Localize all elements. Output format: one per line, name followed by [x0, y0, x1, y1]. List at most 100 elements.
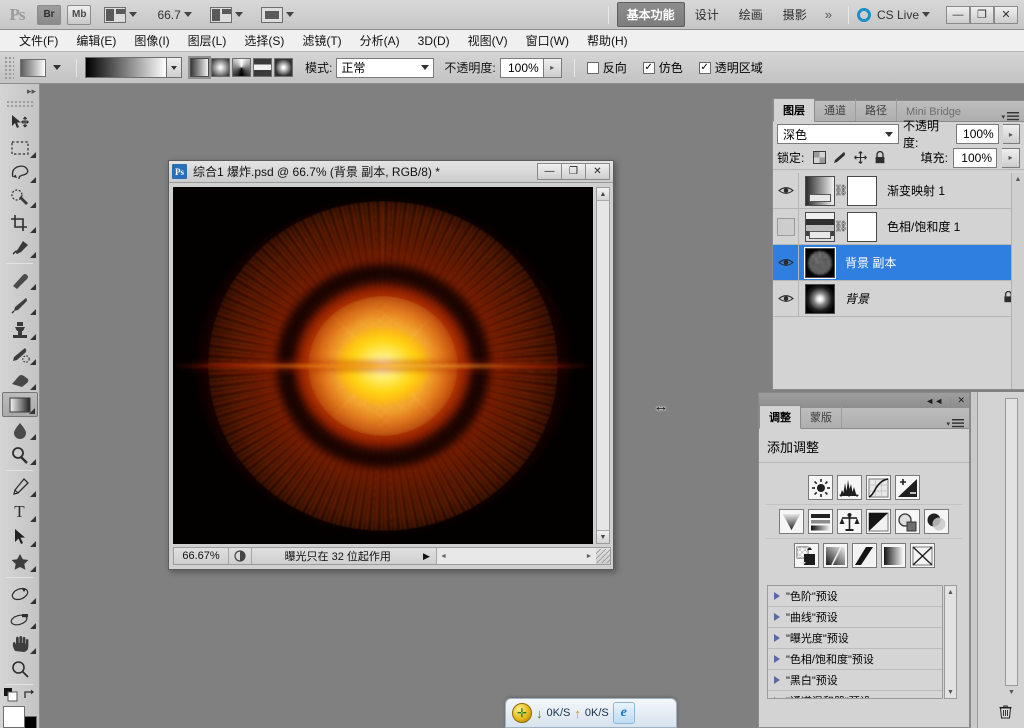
- menu-view[interactable]: 视图(V): [459, 30, 517, 51]
- brush-tool[interactable]: [2, 292, 38, 317]
- screen-mode-icon[interactable]: [260, 6, 283, 23]
- tab-layers[interactable]: 图层: [773, 98, 815, 122]
- foreground-color-swatch[interactable]: [2, 706, 25, 728]
- layer-visibility-cell[interactable]: [773, 208, 799, 245]
- list-item[interactable]: "黑白"预设: [768, 670, 942, 691]
- gradient-map-icon[interactable]: [880, 543, 906, 568]
- table-row[interactable]: 背景 副本: [773, 244, 1024, 281]
- gradient-picker-chevron-down-icon[interactable]: [166, 58, 181, 77]
- layer-name[interactable]: 渐变映射 1: [887, 182, 945, 199]
- chevron-right-icon[interactable]: [774, 613, 780, 621]
- arrange-documents-icon[interactable]: [209, 6, 232, 23]
- table-row[interactable]: ⛓ 色相/饱和度 1: [773, 208, 1024, 245]
- canvas-scroll-down-button[interactable]: ▼: [597, 530, 609, 543]
- layer-mask-link-icon[interactable]: ⛓: [834, 184, 848, 197]
- view-extras-icon[interactable]: [104, 6, 127, 23]
- layer-mask-thumbnail[interactable]: [847, 175, 877, 206]
- menu-analysis[interactable]: 分析(A): [351, 30, 409, 51]
- canvas-horizontal-scrollbar[interactable]: ◄ ►: [435, 548, 596, 564]
- options-bar-grip[interactable]: [4, 55, 14, 80]
- custom-shape-flyout-icon[interactable]: [29, 566, 36, 572]
- document-minimize-button[interactable]: —: [537, 163, 562, 180]
- tab-adjustments[interactable]: 调整: [759, 405, 801, 429]
- eye-icon[interactable]: [777, 254, 795, 272]
- marquee-flyout-icon[interactable]: [29, 152, 36, 158]
- eye-icon-hidden[interactable]: [776, 217, 795, 236]
- quick-selection-flyout-icon[interactable]: [29, 202, 36, 208]
- presets-scroll-up-button[interactable]: ▲: [945, 586, 956, 598]
- curves-icon[interactable]: [866, 475, 891, 500]
- tab-paths[interactable]: 路径: [856, 99, 897, 121]
- menu-image[interactable]: 图像(I): [125, 30, 178, 51]
- adjustments-panel-menu-button[interactable]: ▾: [941, 419, 969, 428]
- table-row[interactable]: ⛓ 渐变映射 1: [773, 172, 1024, 209]
- window-restore-button[interactable]: ❐: [970, 5, 994, 24]
- workspace-tab-painting[interactable]: 绘画: [729, 2, 773, 27]
- hue-saturation-icon[interactable]: [808, 509, 833, 534]
- tab-masks[interactable]: 蒙版: [801, 406, 842, 428]
- list-item[interactable]: "通道混和器"预设: [768, 691, 942, 698]
- canvas-scroll-left-button[interactable]: ◄: [437, 553, 451, 560]
- threshold-icon[interactable]: [851, 543, 877, 568]
- invert-icon[interactable]: [793, 543, 819, 568]
- history-brush-flyout-icon[interactable]: [29, 359, 36, 365]
- document-resize-grip[interactable]: [596, 549, 610, 563]
- black-white-icon[interactable]: [866, 509, 891, 534]
- internet-explorer-icon[interactable]: e: [612, 702, 635, 724]
- linear-gradient-icon[interactable]: [188, 56, 211, 79]
- dodge-tool[interactable]: [2, 442, 38, 467]
- opacity-slider-arrow-icon[interactable]: ▸: [543, 57, 562, 78]
- cs-live-chevron-down-icon[interactable]: [922, 12, 930, 17]
- reverse-checkbox[interactable]: 反向: [586, 59, 627, 76]
- document-window[interactable]: Ps 综合1 爆炸.psd @ 66.7% (背景 副本, RGB/8) * —…: [168, 160, 614, 570]
- layer-name[interactable]: 色相/饱和度 1: [887, 218, 960, 235]
- eye-icon[interactable]: [777, 182, 795, 200]
- lasso-tool[interactable]: [2, 160, 38, 185]
- layer-fill-slider-arrow-icon[interactable]: ▸: [1002, 147, 1020, 168]
- layer-mask-link-icon[interactable]: ⛓: [834, 220, 848, 233]
- blur-flyout-icon[interactable]: [29, 434, 36, 440]
- document-restore-button[interactable]: ❐: [561, 163, 586, 180]
- crop-flyout-icon[interactable]: [29, 227, 36, 233]
- window-close-button[interactable]: ✕: [994, 5, 1018, 24]
- canvas-scroll-up-button[interactable]: ▲: [597, 188, 609, 201]
- screen-mode-chevron-down-icon[interactable]: [285, 12, 294, 17]
- layers-panel-menu-button[interactable]: ▾: [996, 112, 1024, 121]
- zoom-level-value[interactable]: 66.7: [157, 8, 180, 22]
- foreground-background-color[interactable]: [2, 706, 37, 728]
- layer-thumbnail[interactable]: [804, 246, 836, 279]
- list-item[interactable]: "曲线"预设: [768, 607, 942, 628]
- brightness-contrast-icon[interactable]: [808, 475, 833, 500]
- 3d-object-rotate-tool[interactable]: [2, 581, 38, 606]
- chevron-right-icon[interactable]: [774, 697, 780, 698]
- tool-preset-picker-icon[interactable]: [20, 58, 46, 77]
- menu-edit[interactable]: 编辑(E): [67, 30, 125, 51]
- custom-shape-tool[interactable]: [2, 549, 38, 574]
- quick-selection-tool[interactable]: [2, 185, 38, 210]
- levels-icon[interactable]: [837, 475, 862, 500]
- hand-flyout-icon[interactable]: [29, 648, 36, 654]
- selective-color-icon[interactable]: [909, 543, 935, 568]
- document-title-bar[interactable]: Ps 综合1 爆炸.psd @ 66.7% (背景 副本, RGB/8) * —…: [169, 161, 613, 183]
- list-item[interactable]: "曝光度"预设: [768, 628, 942, 649]
- toolbox-grip[interactable]: [6, 100, 33, 108]
- rectangular-marquee-tool[interactable]: [2, 135, 38, 160]
- launch-bridge-button[interactable]: Br: [37, 4, 61, 25]
- list-item[interactable]: "色相/饱和度"预设: [768, 649, 942, 670]
- network-monitor-icon[interactable]: ✛: [512, 703, 532, 723]
- table-row[interactable]: 背景: [773, 280, 1024, 317]
- eraser-flyout-icon[interactable]: [29, 384, 36, 390]
- document-profile-icon[interactable]: [229, 550, 251, 562]
- transparency-checkbox[interactable]: ✓ 透明区域: [698, 59, 763, 76]
- pen-tool[interactable]: [2, 474, 38, 499]
- dither-checkbox[interactable]: ✓ 仿色: [642, 59, 683, 76]
- launch-mini-bridge-button[interactable]: Mb: [67, 4, 92, 25]
- layer-thumbnail[interactable]: [805, 283, 835, 314]
- posterize-icon[interactable]: [822, 543, 848, 568]
- more-workspaces-icon[interactable]: »: [825, 7, 832, 22]
- pen-flyout-icon[interactable]: [29, 491, 36, 497]
- view-extras-chevron-down-icon[interactable]: [129, 12, 138, 17]
- type-flyout-icon[interactable]: [29, 516, 36, 522]
- dock-scroll-down-button[interactable]: ▼: [1005, 686, 1018, 698]
- menu-window[interactable]: 窗口(W): [517, 30, 578, 51]
